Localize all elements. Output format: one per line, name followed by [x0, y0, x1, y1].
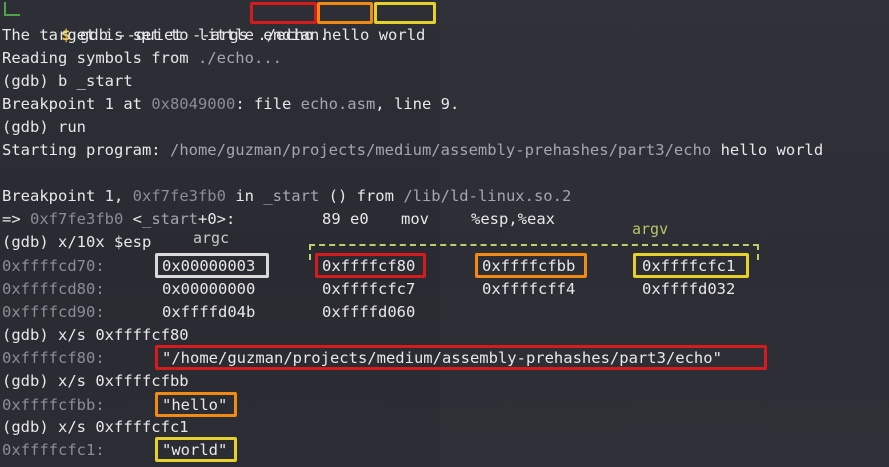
bp-file: echo.asm	[300, 95, 376, 113]
endian-line: The target is set to little endian.	[2, 26, 329, 44]
cmd-run-line: (gdb) run	[2, 118, 86, 136]
str2-address: 0xffffcfbb:	[2, 396, 105, 414]
arg-world: world	[378, 26, 426, 44]
breakpoint-hit-line: Breakpoint 1, 0xf7fe3fb0 in _start () fr…	[2, 185, 571, 208]
highlight-box-argv1	[475, 253, 587, 278]
highlight-box-str1	[155, 345, 767, 370]
str1-address: 0xffffcf80:	[2, 349, 105, 367]
hit-in: in	[225, 187, 264, 205]
instr-address: 0xf7fe3fb0	[30, 210, 124, 228]
arrow-marker: =>	[2, 210, 30, 228]
reading-path: ./echo...	[197, 49, 282, 67]
arg-hello: hello	[322, 26, 370, 44]
start-path: /home/guzman/projects/medium/assembly-pr…	[169, 141, 712, 159]
cmd-xs3-line: (gdb) x/s 0xffffcfc1	[2, 418, 189, 436]
hit-address: 0xf7fe3fb0	[132, 187, 226, 205]
argc-label: argc	[193, 229, 230, 247]
current-instruction-line: => 0xf7fe3fb0 <_start+0>:	[2, 208, 235, 231]
reading-prefix: Reading symbols from	[2, 49, 198, 67]
cmd-examine-line: (gdb) x/10x $esp	[2, 233, 152, 251]
cmd-xs2-line: (gdb) x/s 0xffffcfbb	[2, 372, 189, 390]
mem-row-2-addr: 0xffffcd90:	[2, 303, 105, 321]
mem-row-1-word-2: 0xffffcff4	[482, 280, 576, 298]
argv-label: argv	[632, 220, 669, 238]
terminal-window[interactable]: $ gdb --quiet --args ./echo hello world …	[0, 0, 889, 467]
start-prefix: Starting program:	[2, 141, 170, 159]
highlight-box-argc	[155, 253, 269, 278]
highlight-box-argv2	[633, 253, 749, 278]
str3-address: 0xffffcfc1:	[2, 441, 105, 459]
instr-mnemonic: mov	[401, 210, 429, 228]
hit-prefix: Breakpoint 1,	[2, 187, 133, 205]
breakpoint-set-line: Breakpoint 1 at 0x8049000: file echo.asm…	[2, 93, 459, 116]
highlight-box-echo	[250, 2, 317, 24]
starting-program-line: Starting program: /home/guzman/projects/…	[2, 139, 823, 162]
mem-row-0-addr: 0xffffcd70:	[2, 257, 105, 275]
highlight-box-world	[374, 2, 436, 24]
highlight-box-str2	[155, 392, 237, 417]
mem-row-2-word-0: 0xffffd04b	[162, 303, 256, 321]
instr-opcode: 89 e0	[322, 210, 369, 228]
prompt-corner-mark	[4, 2, 20, 16]
start-args: hello world	[711, 141, 824, 159]
cmd-xs1-line: (gdb) x/s 0xffffcf80	[2, 326, 189, 344]
cmd-break-line: (gdb) b _start	[2, 72, 133, 90]
highlight-box-argv0	[315, 253, 426, 278]
mem-row-1-word-0: 0x00000000	[162, 280, 256, 298]
mem-row-2-word-1: 0xffffd060	[322, 303, 416, 321]
highlight-box-hello	[317, 2, 373, 24]
bp-line: , line 9.	[375, 95, 460, 113]
bp-rest: : file	[235, 95, 301, 113]
hit-library: /lib/ld-linux.so.2	[403, 187, 572, 205]
highlight-box-str3	[155, 437, 237, 462]
hit-from: () from	[319, 187, 404, 205]
mem-row-1-word-3: 0xffffd032	[642, 280, 736, 298]
mem-row-1-addr: 0xffffcd80:	[2, 280, 105, 298]
mem-row-1-word-1: 0xffffcfc7	[322, 280, 416, 298]
instr-symbol: _start	[142, 210, 198, 228]
bp-prefix: Breakpoint 1 at	[2, 95, 152, 113]
instr-operands: %esp,%eax	[471, 210, 555, 228]
reading-symbols-line: Reading symbols from ./echo...	[2, 47, 282, 70]
bp-address: 0x8049000	[151, 95, 236, 113]
hit-function: _start	[263, 187, 320, 205]
instr-sym-offset: +0>:	[198, 210, 236, 228]
instr-sym-open: <	[123, 210, 142, 228]
